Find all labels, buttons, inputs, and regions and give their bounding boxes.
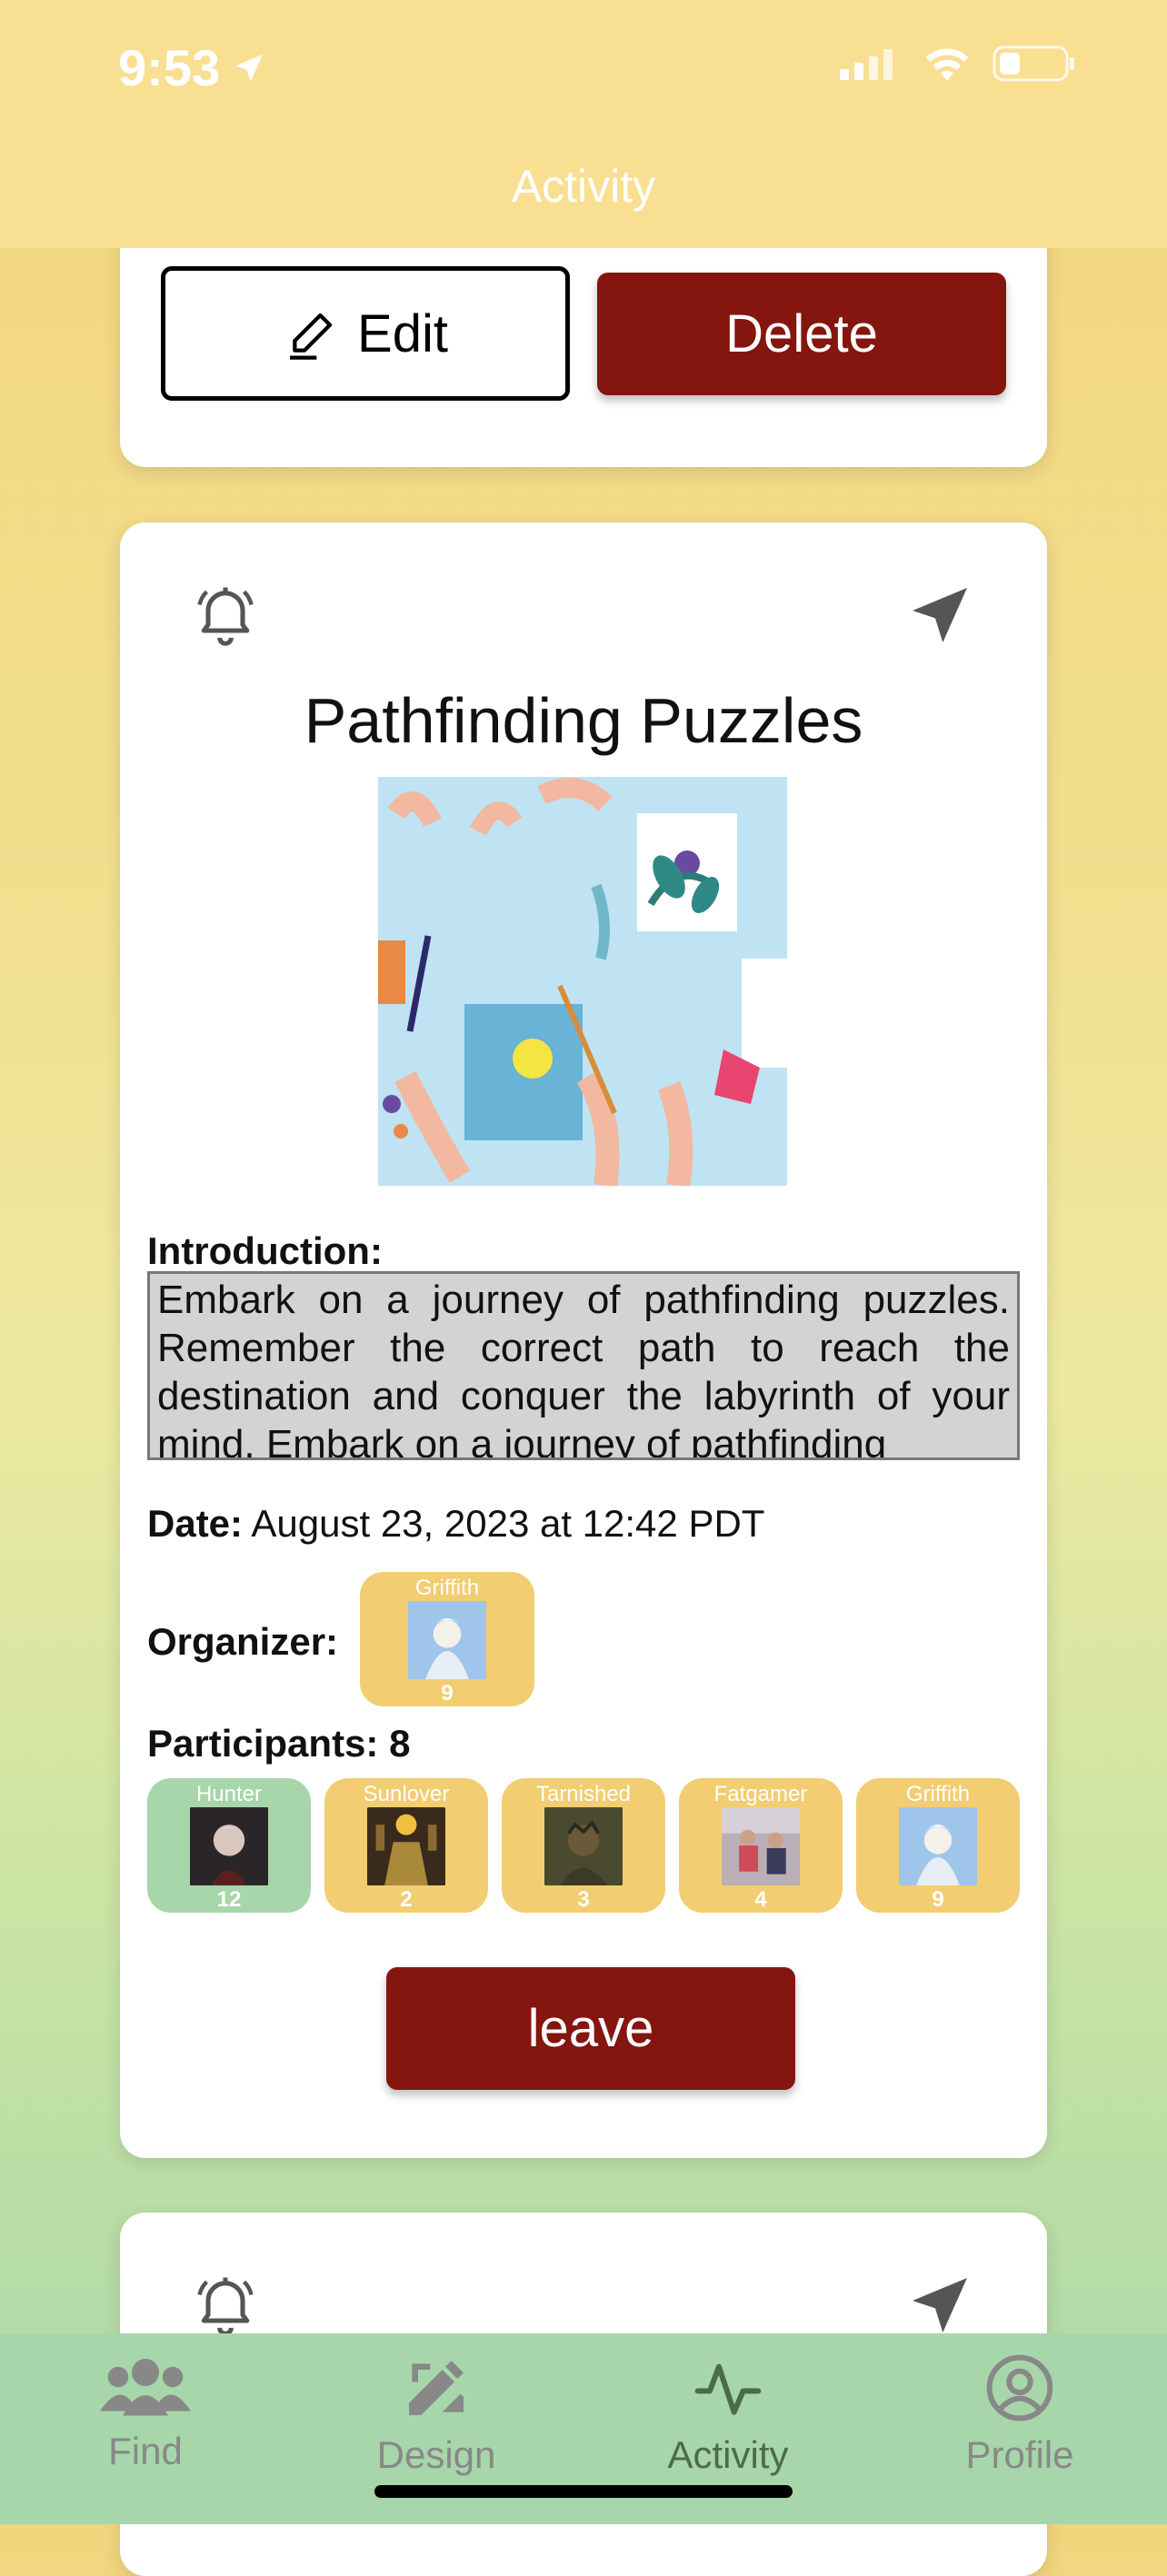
participants-label: Participants: 8 (147, 1722, 411, 1765)
page-title: Activity (511, 161, 656, 212)
participant-avatar (544, 1807, 623, 1885)
participant-level: 12 (216, 1887, 242, 1912)
participant-level: 3 (577, 1887, 590, 1912)
tab-design[interactable]: Design (336, 2352, 536, 2477)
activity-image (378, 777, 787, 1186)
status-icons (838, 44, 1076, 84)
tab-label: Profile (965, 2433, 1074, 2476)
battery-icon (992, 45, 1074, 82)
clock: 9:53 (118, 39, 221, 96)
top-bar: 9:53 Activity (0, 0, 1167, 248)
organizer-avatar (408, 1601, 486, 1679)
home-indicator[interactable] (374, 2485, 793, 2498)
organizer-tile[interactable]: Griffith 9 (360, 1572, 534, 1706)
activity-card: Pathfinding Puzzles Introduction: Embark… (120, 522, 1047, 2158)
participant-name: Fatgamer (713, 1782, 808, 1806)
participant-tile[interactable]: Tarnished 3 (502, 1778, 665, 1913)
date-value: August 23, 2023 at 12:42 PDT (251, 1502, 765, 1545)
bell-icon[interactable] (191, 2269, 260, 2342)
activity-title: Pathfinding Puzzles (304, 685, 863, 756)
participant-name: Griffith (905, 1782, 971, 1806)
organizer-level: 9 (441, 1681, 454, 1706)
tab-label: Design (376, 2433, 496, 2476)
organizer-name: Griffith (414, 1576, 480, 1600)
bell-icon[interactable] (191, 579, 260, 652)
participant-name: Sunlover (363, 1782, 450, 1806)
date-label: Date: (147, 1502, 244, 1545)
organizer-label: Organizer: (147, 1620, 339, 1663)
participant-avatar (190, 1807, 268, 1885)
participant-avatar (722, 1807, 800, 1885)
participant-level: 2 (400, 1887, 413, 1912)
edit-label: Edit (357, 303, 448, 363)
tab-label: Activity (667, 2433, 789, 2476)
participant-avatar (899, 1807, 977, 1885)
location-arrow-icon (235, 54, 264, 82)
participant-tile[interactable]: Griffith 9 (856, 1778, 1020, 1913)
tab-find[interactable]: Find (45, 2352, 245, 2473)
participant-tile[interactable]: Sunlover 2 (324, 1778, 488, 1913)
tab-profile[interactable]: Profile (920, 2352, 1120, 2477)
cellular-signal-icon (840, 49, 893, 80)
profile-circle-icon (986, 2354, 1053, 2422)
participant-name: Tarnished (535, 1782, 632, 1806)
delete-button[interactable]: Delete (597, 273, 1006, 395)
participant-tile[interactable]: Hunter 12 (147, 1778, 311, 1913)
date-row: Date: August 23, 2023 at 12:42 PDT (147, 1502, 764, 1546)
navigate-icon[interactable] (903, 579, 976, 656)
wifi-icon (925, 48, 969, 81)
introduction-label: Introduction: (147, 1229, 383, 1272)
pencil-ruler-icon (409, 2361, 464, 2415)
activity-pulse-icon (694, 2363, 762, 2415)
tab-activity[interactable]: Activity (628, 2352, 828, 2477)
introduction-text[interactable]: Embark on a journey of pathfinding puzzl… (147, 1271, 1020, 1460)
group-icon (100, 2359, 191, 2416)
participant-name: Hunter (195, 1782, 263, 1806)
tab-label: Find (108, 2430, 183, 2472)
participant-tile[interactable]: Fatgamer 4 (679, 1778, 843, 1913)
edit-button[interactable]: Edit (161, 266, 570, 401)
participant-level: 4 (754, 1887, 767, 1912)
pencil-icon (290, 313, 333, 360)
participant-level: 9 (932, 1887, 944, 1912)
status-time: 9:53 (118, 38, 267, 97)
leave-button[interactable]: leave (386, 1967, 795, 2090)
participant-avatar (367, 1807, 445, 1885)
